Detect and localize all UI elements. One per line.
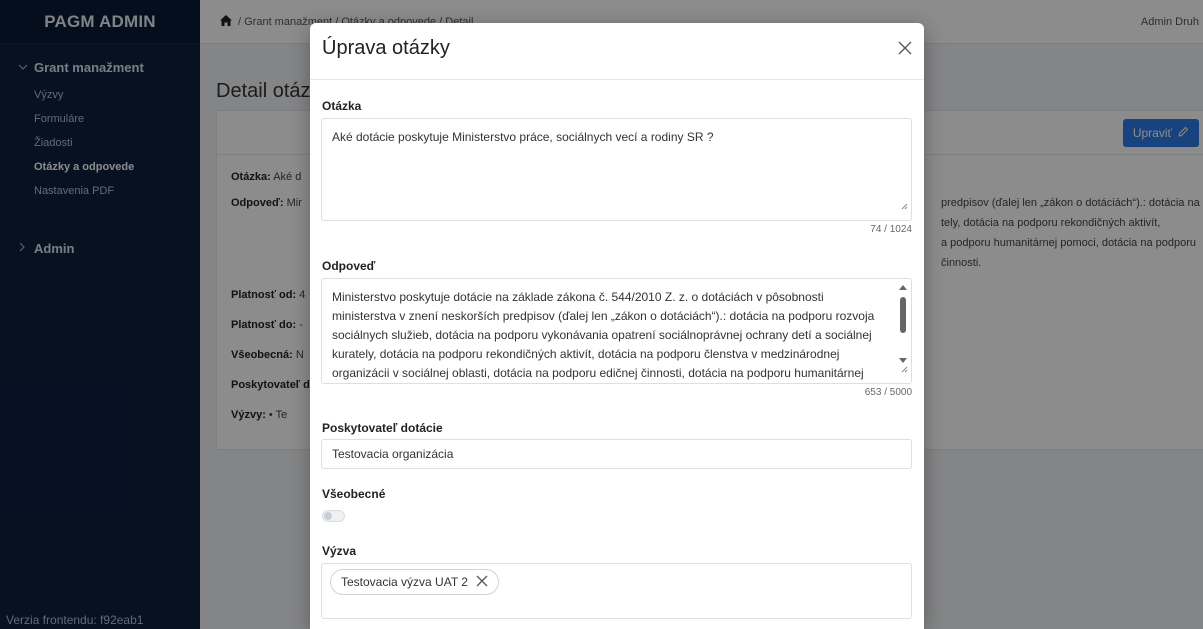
modal-title: Úprava otázky xyxy=(322,37,450,59)
question-text: Aké dotácie poskytuje Ministerstvo práce… xyxy=(332,130,714,144)
chip-remove-icon[interactable] xyxy=(476,575,488,590)
answer-char-counter: 653 / 5000 xyxy=(864,387,912,398)
question-label: Otázka xyxy=(322,99,362,113)
provider-input[interactable]: Testovacia organizácia xyxy=(321,439,912,469)
question-textarea[interactable]: Aké dotácie poskytuje Ministerstvo práce… xyxy=(321,118,912,221)
answer-text: Ministerstvo poskytuje dotácie na základ… xyxy=(332,290,875,380)
close-icon[interactable] xyxy=(898,41,914,57)
general-toggle[interactable] xyxy=(322,510,345,522)
edit-question-modal: Úprava otázky Otázka Aké dotácie poskytu… xyxy=(310,23,924,629)
provider-label: Poskytovateľ dotácie xyxy=(322,421,443,435)
resize-handle-icon[interactable] xyxy=(901,361,908,380)
call-label: Výzva xyxy=(322,544,357,558)
modal-header: Úprava otázky xyxy=(310,23,924,80)
provider-value: Testovacia organizácia xyxy=(332,447,454,461)
answer-label: Odpoveď xyxy=(322,259,376,273)
call-chip-label: Testovacia výzva UAT 2 xyxy=(341,575,468,589)
general-label: Všeobecné xyxy=(322,487,386,501)
answer-textarea[interactable]: Ministerstvo poskytuje dotácie na základ… xyxy=(321,278,912,384)
toggle-knob xyxy=(324,512,332,520)
question-char-counter: 74 / 1024 xyxy=(870,224,912,235)
resize-handle-icon[interactable] xyxy=(901,198,908,217)
call-chip: Testovacia výzva UAT 2 xyxy=(330,569,499,595)
